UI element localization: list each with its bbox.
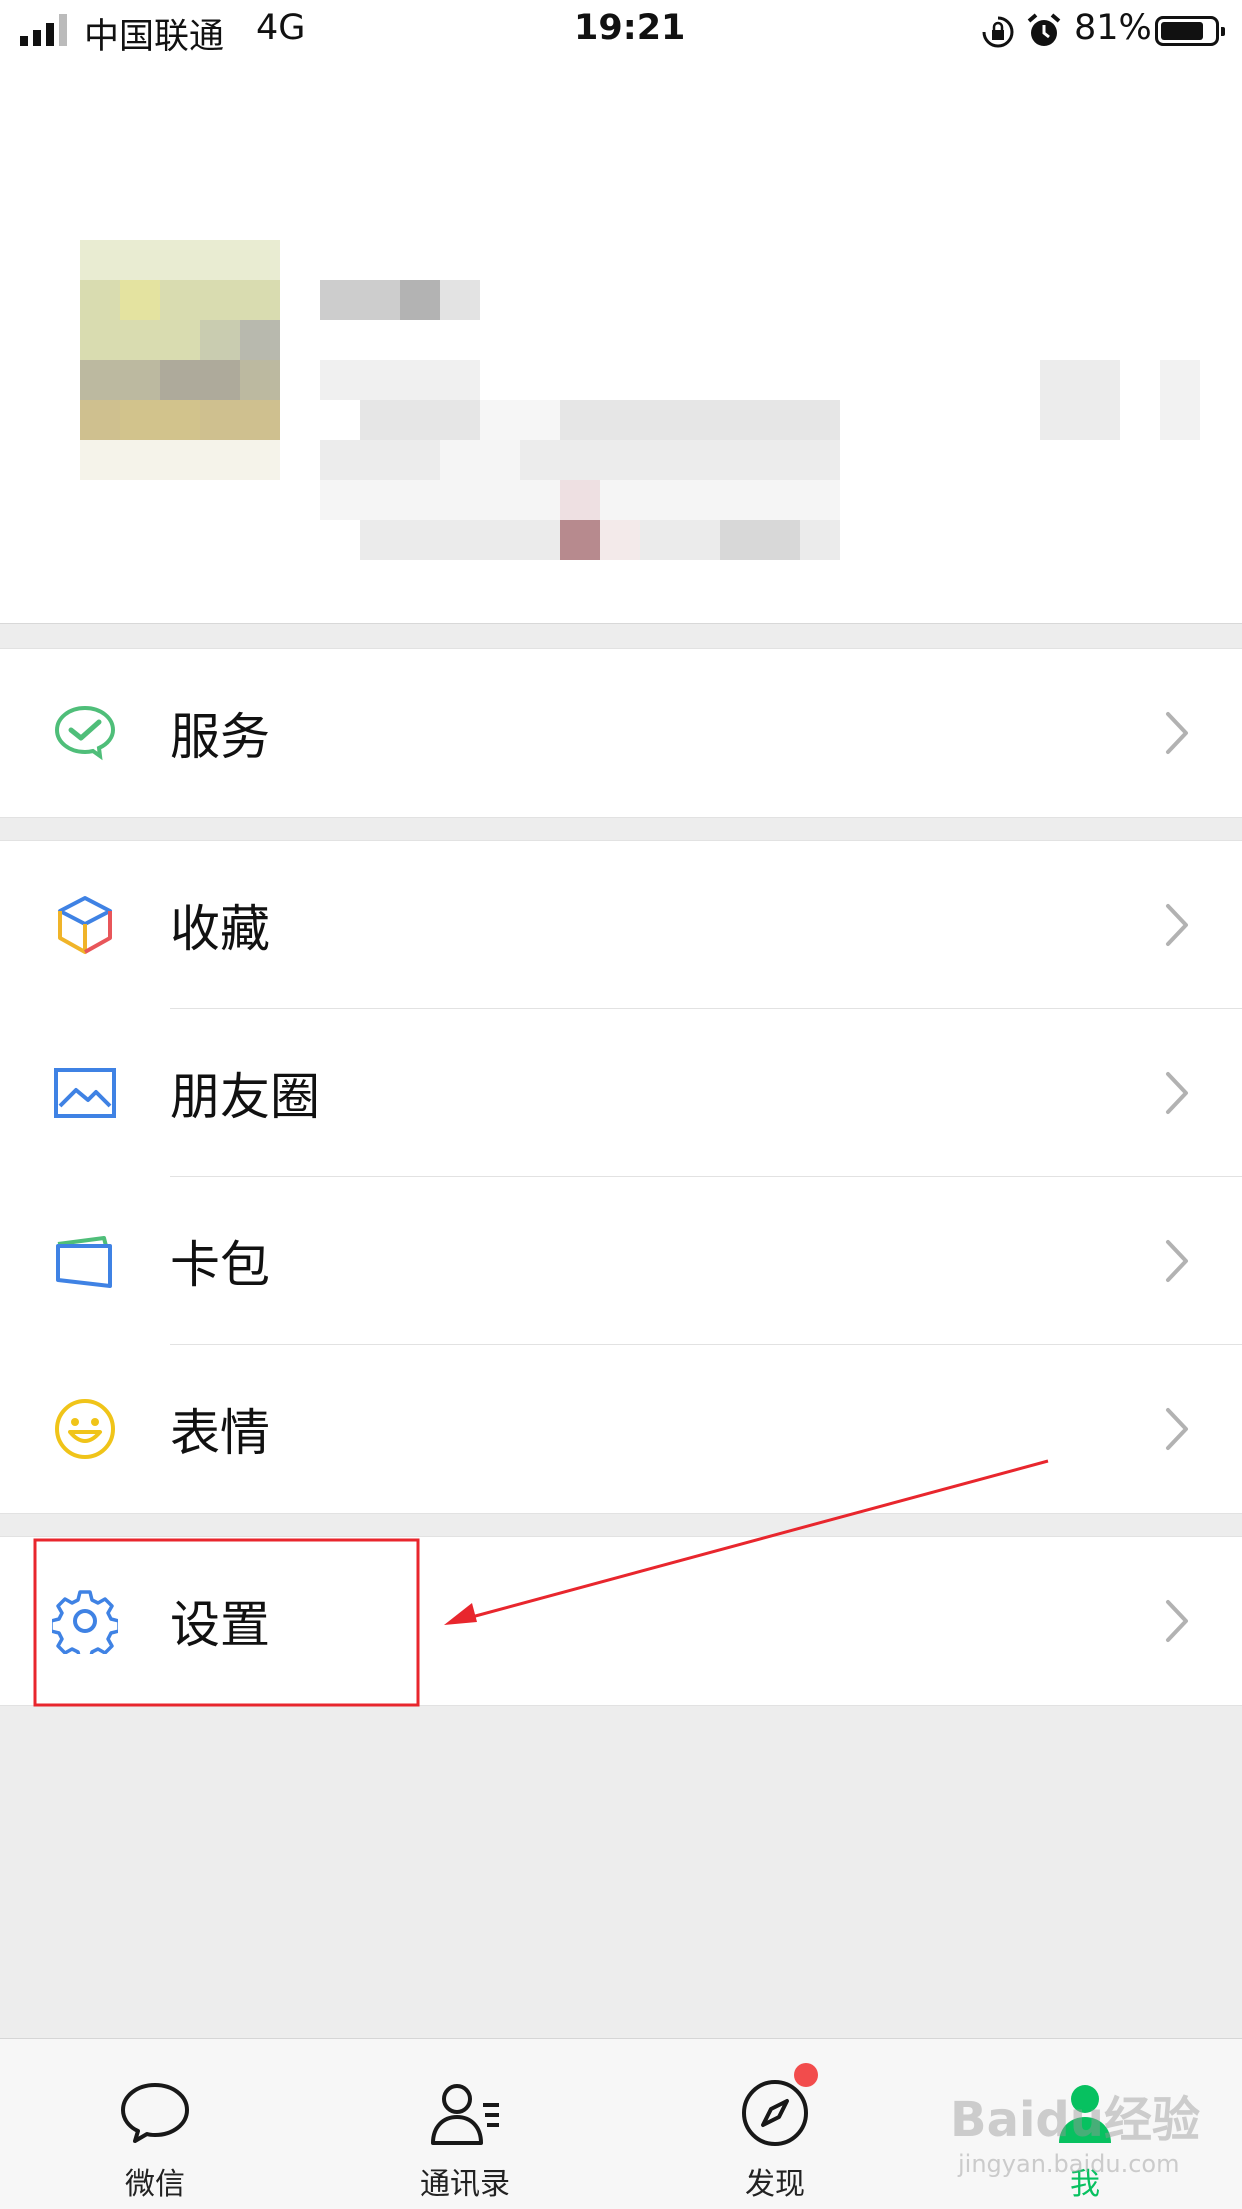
baidu-watermark: Baidu经验 jingyan.baidu.com	[950, 2080, 1200, 2200]
menu-item-moments[interactable]: 朋友圈	[0, 1009, 1242, 1177]
profile-header[interactable]	[0, 62, 1242, 624]
services-group: 服务	[0, 648, 1242, 818]
features-group: 收藏 朋友圈 卡包 表情	[0, 840, 1242, 1514]
chevron-right-icon	[1166, 1072, 1188, 1114]
alarm-icon	[1027, 13, 1061, 46]
qr-code-redacted[interactable]	[1040, 360, 1200, 440]
menu-item-services[interactable]: 服务	[0, 649, 1242, 817]
battery-icon	[1155, 16, 1225, 46]
wechat-id-redacted	[320, 360, 840, 560]
tab-contacts[interactable]: 通讯录	[310, 2039, 620, 2209]
tab-contacts-label: 通讯录	[420, 2167, 510, 2202]
tab-chats-label: 微信	[125, 2167, 185, 2202]
moments-image-icon	[54, 1068, 116, 1118]
chevron-right-icon	[1166, 712, 1188, 754]
smiley-face-icon	[55, 1399, 115, 1459]
chevron-right-icon	[1166, 904, 1188, 946]
rotation-lock-icon	[982, 16, 1014, 48]
card-wallet-icon	[56, 1236, 112, 1288]
cards-label: 卡包	[170, 1236, 270, 1294]
nickname-redacted	[320, 280, 480, 320]
settings-group: 设置	[0, 1536, 1242, 1706]
status-bar: 中国联通 4G 19:21 81%	[0, 0, 1242, 62]
avatar[interactable]	[80, 240, 280, 480]
menu-item-stickers[interactable]: 表情	[0, 1345, 1242, 1513]
services-icon	[54, 705, 116, 761]
network-label: 4G	[256, 8, 306, 48]
menu-item-settings[interactable]: 设置	[0, 1537, 1242, 1705]
chat-bubble-icon	[121, 2083, 189, 2143]
tab-chats[interactable]: 微信	[0, 2039, 310, 2209]
tab-discover-label: 发现	[745, 2167, 805, 2202]
menu-item-cards[interactable]: 卡包	[0, 1177, 1242, 1345]
moments-label: 朋友圈	[170, 1068, 320, 1126]
carrier-label: 中国联通	[84, 17, 225, 57]
menu-item-favorites[interactable]: 收藏	[0, 841, 1242, 1009]
notification-dot	[794, 2063, 818, 2087]
favorites-cube-icon	[58, 896, 112, 954]
stickers-label: 表情	[170, 1404, 270, 1462]
tab-discover[interactable]: 发现	[620, 2039, 930, 2209]
watermark-text: Baidu经验	[950, 2092, 1200, 2148]
chevron-right-icon	[1166, 1408, 1188, 1450]
favorites-label: 收藏	[170, 900, 270, 958]
chevron-right-icon	[1166, 1240, 1188, 1282]
settings-gear-icon	[52, 1590, 118, 1654]
chevron-right-icon	[1166, 1600, 1188, 1642]
settings-label: 设置	[170, 1596, 270, 1654]
services-label: 服务	[170, 708, 270, 766]
watermark-url: jingyan.baidu.com	[958, 2150, 1180, 2178]
clock: 19:21	[574, 8, 686, 48]
battery-percent: 81%	[1074, 8, 1152, 48]
contacts-person-icon	[431, 2084, 499, 2145]
signal-icon	[20, 14, 67, 46]
